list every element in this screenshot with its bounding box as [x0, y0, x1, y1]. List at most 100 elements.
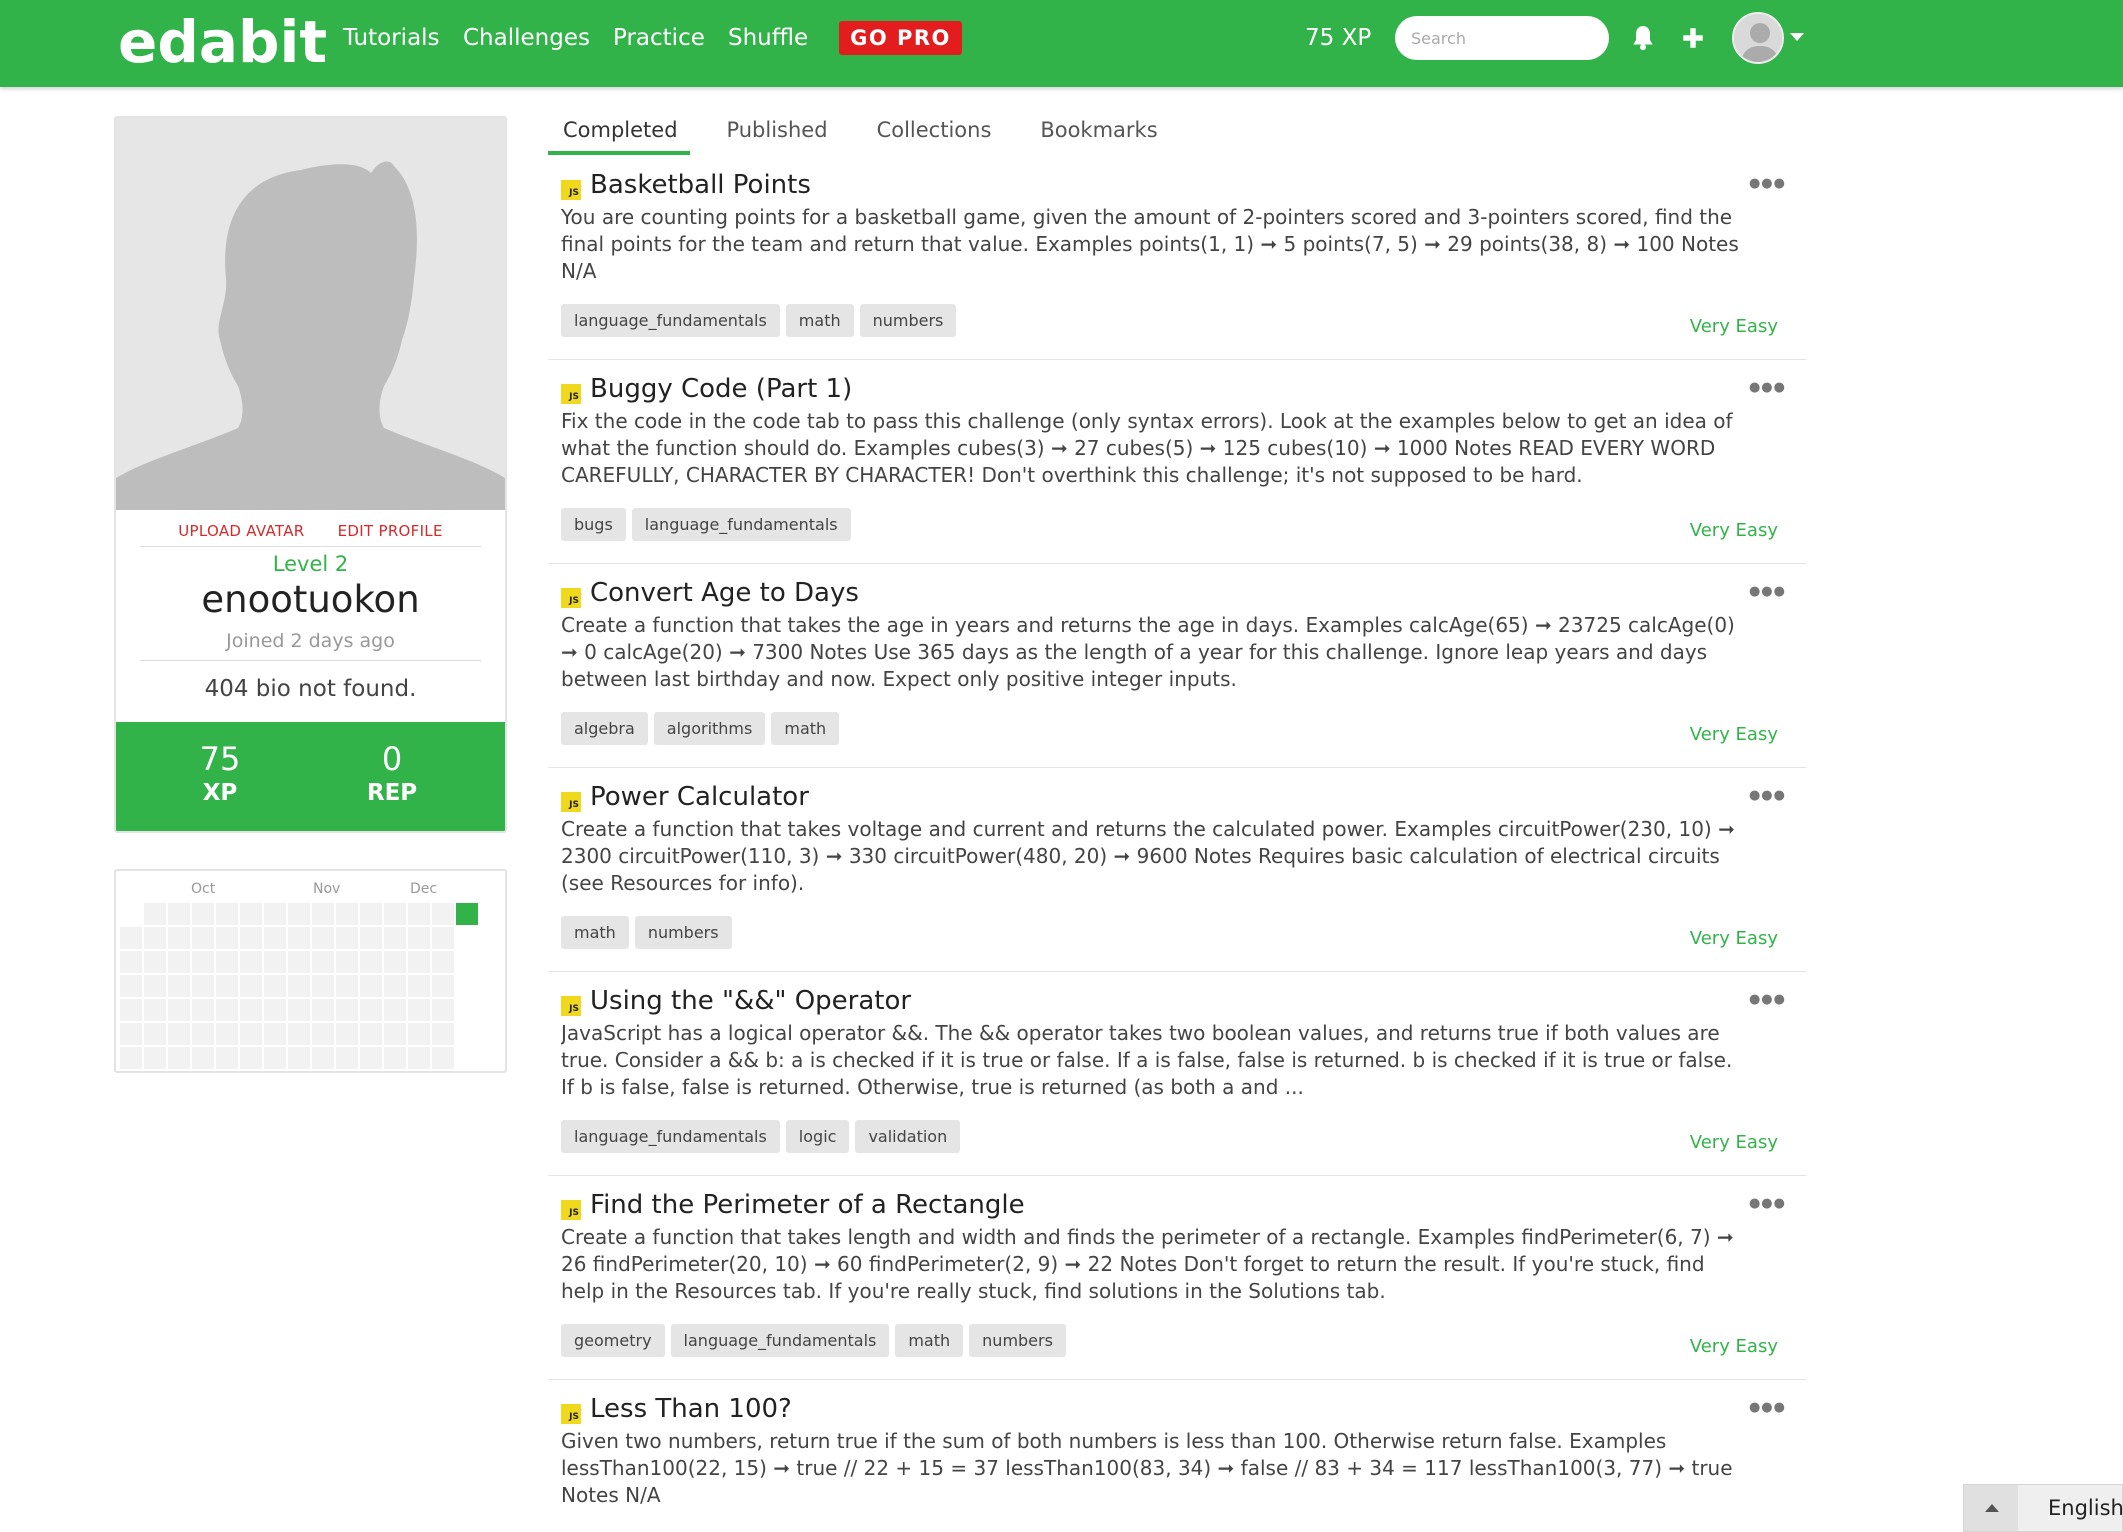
tag-chip[interactable]: algorithms — [653, 712, 766, 745]
challenge-title[interactable]: Find the Perimeter of a Rectangle — [590, 1190, 1025, 1220]
more-options-icon[interactable]: ●●● — [1749, 1398, 1786, 1418]
tab-completed[interactable]: Completed — [563, 112, 678, 148]
search-input[interactable] — [1395, 16, 1609, 60]
challenge-title[interactable]: Less Than 100? — [590, 1394, 792, 1424]
more-options-icon[interactable]: ●●● — [1749, 174, 1786, 194]
challenge-card[interactable]: JS Find the Perimeter of a Rectangle Creat… — [548, 1176, 1806, 1380]
challenge-title[interactable]: Convert Age to Days — [590, 578, 859, 608]
tag-chip[interactable]: geometry — [561, 1324, 665, 1357]
nav-link-practice[interactable]: Practice — [613, 22, 705, 54]
activity-day — [408, 1023, 430, 1045]
challenge-title[interactable]: Using the "&&" Operator — [590, 986, 911, 1016]
tag-chip[interactable]: math — [785, 304, 854, 337]
activity-day — [144, 951, 166, 973]
tag-chip[interactable]: validation — [855, 1120, 961, 1153]
activity-day — [216, 975, 238, 997]
more-options-icon[interactable]: ●●● — [1749, 1194, 1786, 1214]
activity-day — [264, 903, 286, 925]
more-options-icon[interactable]: ●●● — [1749, 582, 1786, 602]
tag-chip[interactable]: math — [561, 916, 629, 949]
challenge-card[interactable]: JS Basketball Points You are counting poin… — [548, 156, 1806, 360]
activity-day — [336, 927, 358, 949]
nav-link-shuffle[interactable]: Shuffle — [728, 22, 808, 54]
more-options-icon[interactable]: ●●● — [1749, 786, 1786, 806]
javascript-language-icon: JS — [561, 1200, 581, 1220]
tag-chip[interactable]: language_fundamentals — [561, 304, 780, 337]
activity-day — [192, 1023, 214, 1045]
activity-day — [216, 903, 238, 925]
tag-chip[interactable]: logic — [785, 1120, 850, 1153]
tag-chip[interactable]: numbers — [859, 304, 957, 337]
activity-day — [336, 903, 358, 925]
challenge-description: Create a function that takes voltage and… — [561, 817, 1735, 895]
language-expand-button[interactable] — [1964, 1485, 2018, 1531]
activity-day — [312, 1047, 334, 1069]
activity-day — [432, 951, 454, 973]
challenge-card[interactable]: JS Less Than 100? Given two numbers, retur… — [548, 1380, 1806, 1532]
user-avatar-menu[interactable] — [1732, 12, 1784, 64]
tag-chip[interactable]: bugs — [561, 508, 626, 541]
nav-link-challenges[interactable]: Challenges — [463, 22, 590, 54]
activity-day — [240, 999, 262, 1021]
tag-chip[interactable]: numbers — [634, 916, 732, 949]
challenge-title[interactable]: Basketball Points — [590, 170, 811, 200]
active-tab-indicator — [548, 151, 690, 155]
tag-chip[interactable]: numbers — [969, 1324, 1066, 1357]
tag-chip[interactable]: algebra — [561, 712, 648, 745]
difficulty-label: Very Easy — [1689, 724, 1778, 745]
challenge-title[interactable]: Power Calculator — [590, 782, 809, 812]
challenge-card[interactable]: JS Power Calculator Create a function that… — [548, 768, 1806, 972]
activity-day — [240, 1023, 262, 1045]
more-options-icon[interactable]: ●●● — [1749, 378, 1786, 398]
activity-day — [168, 903, 190, 925]
nav-link-tutorials[interactable]: Tutorials — [343, 22, 440, 54]
activity-day — [216, 1047, 238, 1069]
activity-day — [264, 975, 286, 997]
xp-stat: 75 XP — [160, 740, 280, 808]
tab-published[interactable]: Published — [720, 112, 834, 148]
challenge-description: You are counting points for a basketball… — [561, 205, 1739, 283]
more-options-icon[interactable]: ●●● — [1749, 990, 1786, 1010]
activity-day — [336, 951, 358, 973]
tab-bookmarks[interactable]: Bookmarks — [1034, 112, 1164, 148]
challenge-card[interactable]: JS Using the "&&" Operator JavaScript has … — [548, 972, 1806, 1176]
activity-day — [360, 903, 382, 925]
xp-indicator[interactable]: 75 XP — [1305, 22, 1371, 54]
chevron-down-icon[interactable] — [1790, 33, 1804, 41]
tag-chip[interactable]: language_fundamentals — [631, 508, 851, 541]
go-pro-button[interactable]: GO PRO — [839, 21, 962, 55]
upload-avatar-link[interactable]: UPLOAD AVATAR — [178, 516, 304, 546]
challenge-card[interactable]: JS Convert Age to Days Create a function t… — [548, 564, 1806, 768]
activity-day — [360, 927, 382, 949]
activity-day — [144, 975, 166, 997]
tag-chip[interactable]: math — [771, 712, 840, 745]
activity-day — [312, 903, 334, 925]
difficulty-label: Very Easy — [1689, 1132, 1778, 1153]
challenge-card[interactable]: JS Buggy Code (Part 1) Fix the code in the… — [548, 360, 1806, 564]
activity-day — [240, 951, 262, 973]
activity-day — [240, 927, 262, 949]
activity-day — [408, 927, 430, 949]
create-plus-icon[interactable] — [1680, 24, 1706, 52]
tag-chip[interactable]: math — [895, 1324, 964, 1357]
rep-label: REP — [366, 780, 418, 806]
activity-day — [168, 927, 190, 949]
tag-chip[interactable]: language_fundamentals — [670, 1324, 890, 1357]
divider — [140, 546, 481, 547]
activity-day — [192, 951, 214, 973]
difficulty-label: Very Easy — [1689, 928, 1778, 949]
edabit-logo[interactable]: edabit — [118, 2, 327, 82]
notifications-bell-icon[interactable] — [1630, 24, 1656, 52]
challenge-description: Create a function that takes the age in … — [561, 613, 1735, 691]
language-selector[interactable]: English — [1963, 1484, 2123, 1532]
activity-day — [408, 999, 430, 1021]
activity-day — [192, 975, 214, 997]
activity-day — [312, 1023, 334, 1045]
challenge-title[interactable]: Buggy Code (Part 1) — [590, 374, 852, 404]
activity-day — [360, 1023, 382, 1045]
tag-chip[interactable]: language_fundamentals — [561, 1120, 780, 1153]
edit-profile-link[interactable]: EDIT PROFILE — [338, 516, 443, 546]
activity-day — [432, 1023, 454, 1045]
tab-collections[interactable]: Collections — [870, 112, 998, 148]
activity-day — [144, 1023, 166, 1045]
